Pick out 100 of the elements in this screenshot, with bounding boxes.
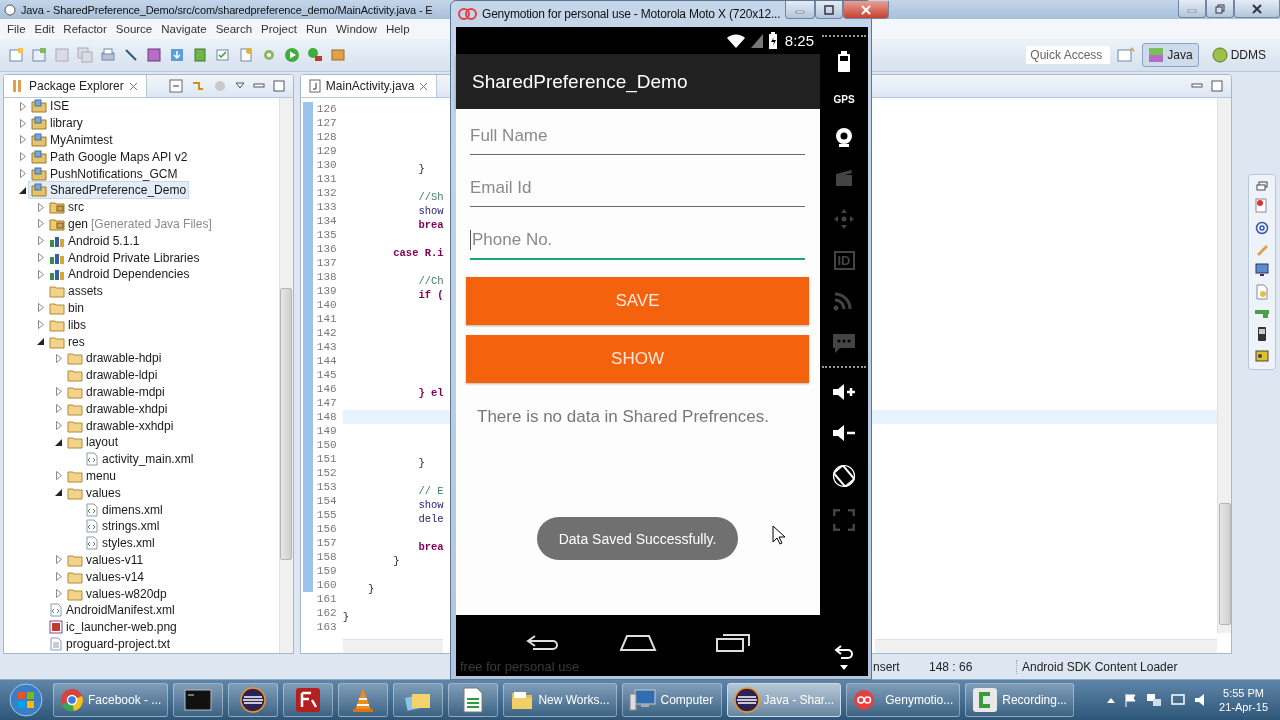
taskbar-button[interactable] (228, 683, 279, 718)
tree-item[interactable]: res (46, 332, 88, 351)
collapse-arrow-icon[interactable] (53, 488, 63, 498)
tree-item[interactable]: ic_launcher-web.png (46, 618, 180, 637)
expand-arrow-icon[interactable] (35, 269, 45, 279)
minimize-button[interactable] (785, 1, 816, 19)
menubar-item[interactable]: Window (332, 23, 381, 35)
tree-item[interactable]: AndroidManifest.xml (46, 601, 178, 620)
expand-arrow-icon[interactable] (17, 135, 27, 145)
tree-item[interactable]: values-w820dp (64, 584, 170, 603)
tree-item[interactable]: Android Dependencies (46, 265, 193, 284)
expand-arrow-icon[interactable] (35, 219, 45, 229)
expand-arrow-icon[interactable] (17, 152, 27, 162)
expand-arrow-icon[interactable] (53, 353, 63, 363)
expand-arrow-icon[interactable] (53, 471, 63, 481)
taskbar-button[interactable]: New Works... (503, 683, 617, 718)
close-button[interactable] (1234, 0, 1280, 18)
menubar-item[interactable]: Navigate (157, 23, 211, 35)
collapse-arrow-icon[interactable] (53, 437, 63, 447)
view-tab[interactable]: Package Explorer (4, 75, 147, 97)
tree-item[interactable]: PushNotifications_GCM (28, 164, 181, 183)
restore-button[interactable] (1206, 0, 1234, 18)
expand-arrow-icon[interactable] (35, 303, 45, 313)
tree-item[interactable]: values (64, 483, 124, 502)
scrollbar[interactable] (1217, 98, 1232, 634)
taskbar-button[interactable]: Facebook - ... (53, 683, 169, 718)
taskbar-button[interactable] (393, 683, 444, 718)
expand-arrow-icon[interactable] (17, 169, 27, 179)
collapse-arrow-icon[interactable] (35, 337, 45, 347)
tree-item[interactable]: drawable-xxhdpi (64, 416, 177, 435)
taskbar-button[interactable] (283, 683, 334, 718)
expand-arrow-icon[interactable] (35, 253, 45, 263)
menubar-item[interactable]: Refactor (59, 23, 111, 35)
tree-item[interactable]: src (46, 198, 87, 217)
tree-item[interactable]: proguard-project.txt (46, 634, 174, 653)
collapse-arrow-icon[interactable] (17, 185, 27, 195)
tree-item[interactable]: ISE (28, 97, 73, 116)
tree-item[interactable]: activity_main.xml (82, 450, 197, 469)
tree-item[interactable]: MyAnimtest (28, 131, 116, 149)
maximize-button[interactable] (815, 1, 844, 19)
taskbar-clock[interactable]: 5:55 PM 21-Apr-15 (1213, 686, 1274, 715)
tree-item[interactable]: Android Private Libraries (46, 248, 203, 267)
home-icon[interactable] (619, 633, 657, 652)
minimize-button[interactable] (1178, 0, 1206, 18)
recents-icon[interactable] (715, 632, 751, 653)
tree-item[interactable]: drawable-mdpi (64, 382, 168, 401)
tree-item[interactable]: Path Google Maps API v2 (28, 147, 191, 166)
menubar-item[interactable]: Source (111, 23, 157, 35)
tree-item[interactable]: drawable-hdpi (64, 349, 165, 368)
expand-arrow-icon[interactable] (53, 589, 63, 598)
menubar-item[interactable]: Run (301, 23, 331, 35)
gps-icon[interactable]: GPS (833, 94, 855, 105)
perspective-button[interactable]: Java (1142, 43, 1199, 67)
perspective-button[interactable]: DDMS (1205, 43, 1272, 67)
menubar-item[interactable]: Help (381, 23, 414, 35)
tree-item[interactable]: drawable-xhdpi (64, 399, 171, 418)
tree-item[interactable]: values-v14 (64, 567, 148, 586)
taskbar-button[interactable] (173, 683, 224, 718)
quick-access-field[interactable]: Quick Access (1026, 46, 1111, 64)
tree-item[interactable]: styles.xml (82, 534, 158, 553)
scrollbar[interactable] (342, 639, 443, 654)
tree-item[interactable]: drawable-ldpi (64, 366, 161, 385)
scrollbar-thumb[interactable] (1218, 503, 1231, 625)
text-field[interactable]: Phone No. (470, 222, 805, 260)
scrollbar[interactable] (874, 639, 1218, 654)
expand-arrow-icon[interactable] (53, 572, 63, 582)
expand-arrow-icon[interactable] (53, 555, 63, 565)
tree-item[interactable]: values-v11 (64, 550, 147, 569)
tree-item[interactable]: Android 5.1.1 (46, 231, 143, 250)
taskbar-button[interactable] (448, 683, 499, 718)
tree-item[interactable]: gen [Generated Java Files] (46, 215, 215, 233)
close-button[interactable] (843, 1, 890, 19)
expand-arrow-icon[interactable] (35, 320, 45, 330)
tree-item[interactable]: bin (46, 298, 87, 317)
menubar-item[interactable]: Search (211, 23, 257, 35)
tree-item[interactable]: SharedPreference_Demo (28, 181, 190, 200)
expand-arrow-icon[interactable] (35, 236, 45, 246)
expand-arrow-icon[interactable] (53, 387, 63, 397)
text-field[interactable]: Full Name (470, 118, 805, 155)
menubar-item[interactable]: File (3, 23, 30, 35)
tree-item[interactable]: library (28, 114, 86, 133)
expand-arrow-icon[interactable] (53, 421, 63, 431)
tree-item[interactable]: assets (46, 282, 106, 301)
back-arrow-icon[interactable] (525, 633, 561, 652)
taskbar-button[interactable]: Computer (621, 683, 722, 718)
expand-arrow-icon[interactable] (17, 101, 27, 111)
menubar-item[interactable]: Edit (30, 23, 59, 35)
expand-arrow-icon[interactable] (35, 202, 45, 212)
tree-item[interactable]: layout (64, 433, 122, 452)
tree-item[interactable]: strings.xml (82, 517, 163, 536)
tree-item[interactable]: menu (64, 466, 120, 485)
scrollbar-thumb[interactable] (280, 288, 293, 560)
expand-arrow-icon[interactable] (53, 404, 63, 414)
taskbar-button[interactable]: Genymotio... (846, 683, 961, 718)
taskbar-button[interactable] (338, 683, 389, 718)
tree-item[interactable]: libs (46, 315, 89, 334)
expand-arrow-icon[interactable] (17, 118, 27, 128)
scrollbar[interactable] (278, 98, 293, 654)
editor-tab[interactable]: MainActivity.java (300, 75, 438, 97)
menubar-item[interactable]: Project (257, 23, 301, 35)
